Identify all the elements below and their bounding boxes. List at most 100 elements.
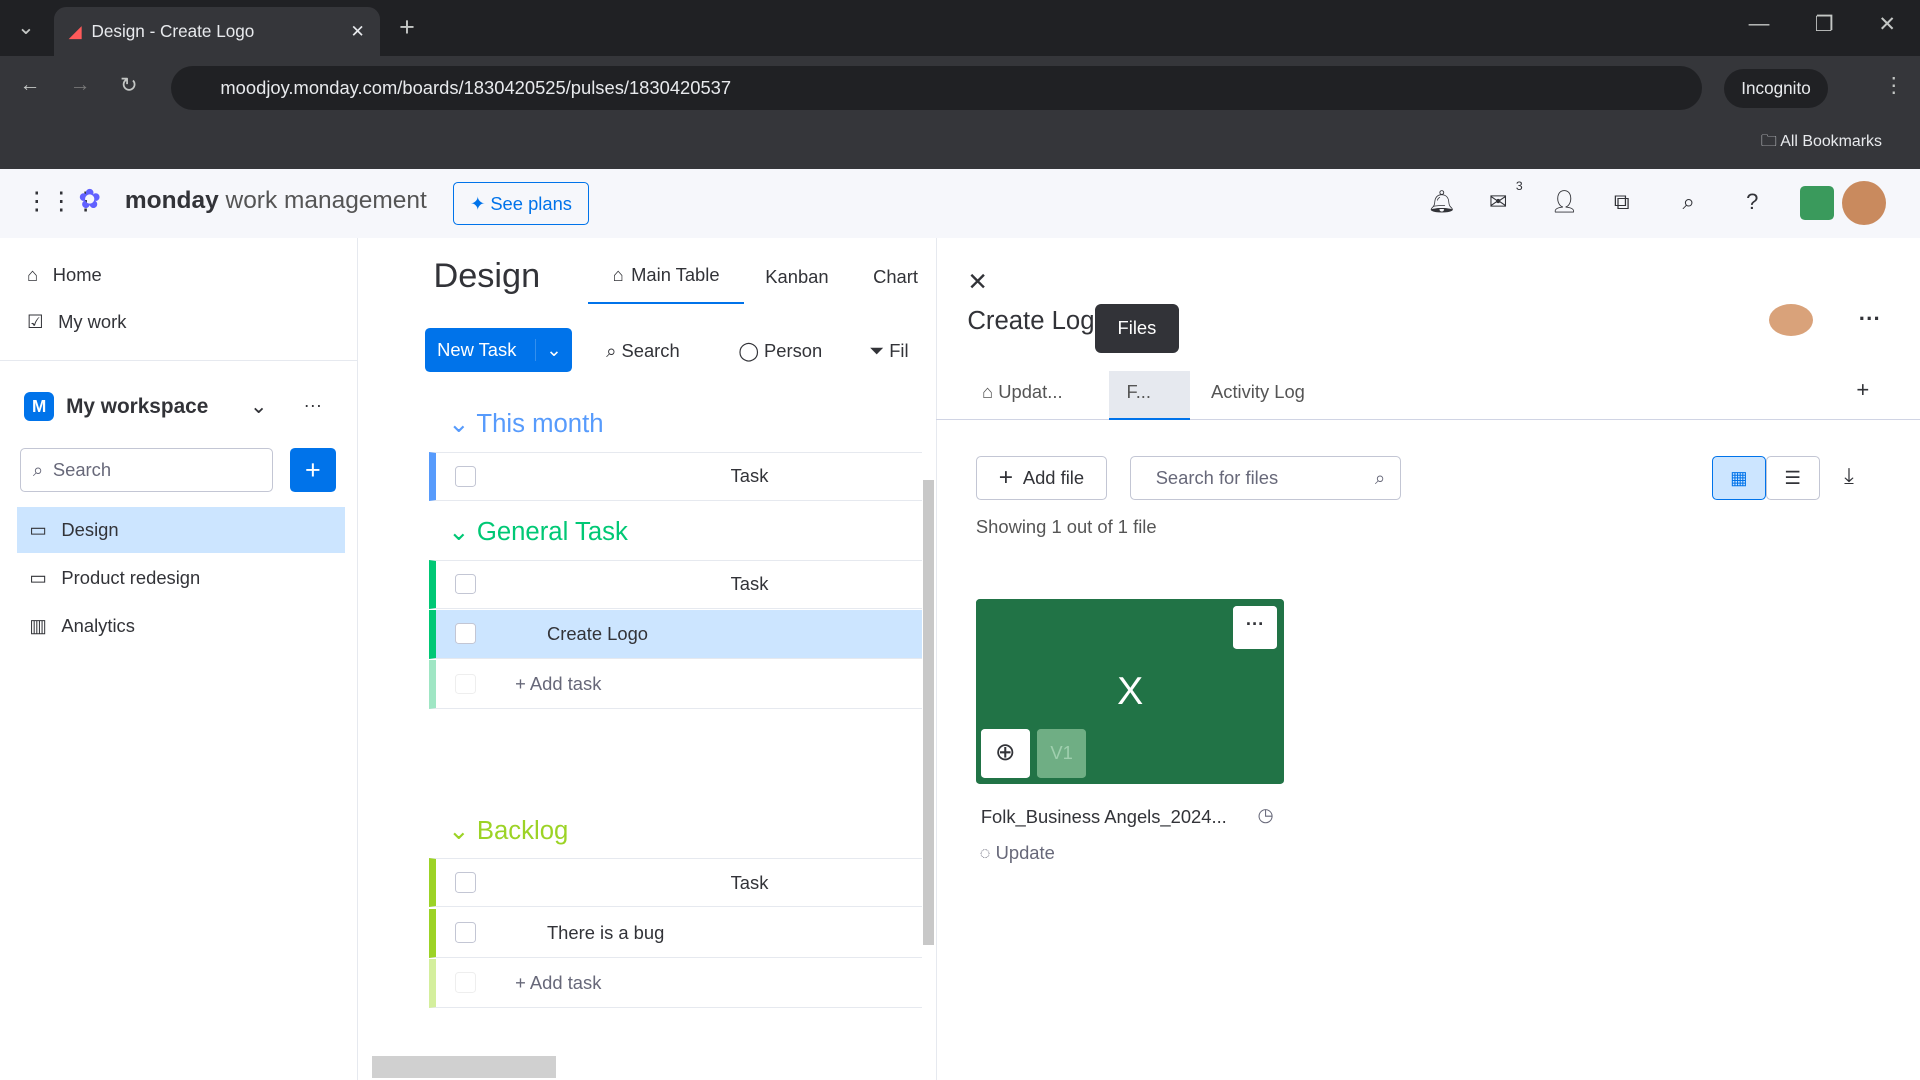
see-plans-button[interactable]: ✦ See plans <box>453 182 589 226</box>
file-thumbnail[interactable]: ··· X ⊕ V1 <box>975 598 1285 784</box>
checkbox[interactable] <box>455 465 476 487</box>
add-task-row[interactable]: + Add task <box>428 660 923 709</box>
tab-updates[interactable]: ⌂ Updat... <box>982 381 1063 403</box>
add-item-button[interactable]: + <box>290 448 336 493</box>
avatar[interactable] <box>1841 181 1886 226</box>
divider <box>935 418 1920 420</box>
search-files-input[interactable]: Search for files ⌕ <box>1130 455 1401 500</box>
apps-icon[interactable]: ⧉ <box>1614 189 1630 215</box>
monday-logo-icon: ✿ <box>78 183 101 214</box>
tab-chart[interactable]: Chart <box>873 266 918 288</box>
checkbox[interactable] <box>455 623 476 645</box>
close-panel-icon[interactable]: ✕ <box>967 267 988 297</box>
close-window-icon[interactable]: ✕ <box>1878 12 1895 37</box>
checkbox[interactable] <box>455 872 476 894</box>
bell-icon[interactable]: 🔔︎ <box>1428 189 1456 215</box>
close-tab-icon[interactable]: ✕ <box>351 21 365 42</box>
all-bookmarks[interactable]: 🗀 All Bookmarks <box>1761 130 1882 157</box>
add-comment-icon[interactable]: ⊕ <box>980 728 1030 778</box>
more-options-icon[interactable]: ··· <box>1859 306 1881 332</box>
search-icon: ⌕ <box>32 459 44 481</box>
workspace-more-icon[interactable]: ··· <box>304 394 322 416</box>
browser-tab[interactable]: ◢ Design - Create Logo ✕ <box>53 7 380 57</box>
address-bar[interactable]: moodjoy.monday.com/boards/1830420525/pul… <box>171 66 1703 111</box>
monday-favicon-icon: ◢ <box>68 21 82 42</box>
app-header: ⋮⋮⋮ ✿ monday work management ✦ See plans … <box>0 168 1920 238</box>
incognito-badge[interactable]: Incognito <box>1724 68 1828 108</box>
chart-icon: ▥ <box>29 614 47 636</box>
board-icon: ▭ <box>29 519 47 541</box>
sidebar-item-design[interactable]: ▭ Design <box>17 506 346 554</box>
version-badge[interactable]: V1 <box>1037 728 1087 778</box>
sidebar-home[interactable]: ⌂ Home <box>0 252 357 299</box>
plus-icon: + <box>998 463 1014 491</box>
checkbox[interactable] <box>455 573 476 595</box>
home-icon: ⌂ <box>26 264 39 286</box>
subscribers-avatar[interactable] <box>1769 303 1814 336</box>
chevron-down-icon[interactable]: ⌄ <box>535 339 572 362</box>
sidebar-my-work[interactable]: ☑ My work <box>0 299 357 346</box>
clock-icon: ◷ <box>1257 804 1274 826</box>
table-row[interactable]: There is a bug <box>428 908 923 958</box>
new-task-button[interactable]: New Task ⌄ <box>424 328 572 373</box>
sidebar-item-product-redesign[interactable]: ▭ Product redesign <box>17 555 357 602</box>
group-backlog[interactable]: ⌄ Backlog <box>448 816 568 846</box>
excel-icon: X <box>1117 669 1144 713</box>
tab-activity-log[interactable]: Activity Log <box>1211 381 1305 403</box>
home-icon: ⌂ <box>612 264 624 286</box>
tab-kanban[interactable]: Kanban <box>765 266 828 288</box>
download-icon[interactable]: ⤓ <box>1844 463 1854 489</box>
files-count: Showing 1 out of 1 file <box>975 515 1157 537</box>
inbox-icon[interactable]: ✉ <box>1489 189 1507 215</box>
checkbox <box>455 972 476 994</box>
add-view-icon[interactable]: + <box>1856 377 1869 403</box>
workspace-logo[interactable] <box>1800 186 1835 221</box>
invite-icon[interactable]: 👤︎ <box>1550 189 1578 215</box>
person-filter-button[interactable]: ◯ Person <box>738 340 822 362</box>
group-this-month[interactable]: ⌄ This month <box>448 409 603 439</box>
search-button[interactable]: ⌕ Search <box>606 340 680 362</box>
sidebar: ⌂ Home ☑ My work M My workspace ⌄ ··· ⌕ Sear… <box>0 237 358 1080</box>
vertical-scrollbar[interactable] <box>923 480 935 946</box>
calendar-check-icon: ☑ <box>26 311 44 332</box>
grid-view-button[interactable]: ▦ <box>1711 455 1766 500</box>
add-file-button[interactable]: + Add file <box>975 455 1107 500</box>
table-header: Task <box>428 451 923 501</box>
tab-files[interactable]: F... <box>1109 371 1191 420</box>
item-title[interactable]: Create Logo <box>967 307 1108 336</box>
table-row[interactable]: Create Logo <box>428 609 923 659</box>
sidebar-search-input[interactable]: ⌕ Search <box>19 448 274 493</box>
reload-icon[interactable]: ↻ <box>120 73 137 98</box>
file-update-link[interactable]: ◌ Update <box>980 842 1055 864</box>
search-icon: ⌕ <box>1374 466 1386 488</box>
forward-icon[interactable]: → <box>70 73 91 97</box>
checkbox[interactable] <box>455 922 476 943</box>
horizontal-scrollbar[interactable] <box>372 1055 556 1078</box>
workspace-icon: M <box>24 391 54 422</box>
minimize-icon[interactable]: — <box>1749 12 1770 36</box>
filter-button[interactable]: ⏷ Fil <box>869 340 908 362</box>
tab-search-icon[interactable]: ⌄ <box>17 15 34 40</box>
board-title: Design <box>433 257 541 296</box>
search-icon[interactable]: ⌕ <box>1682 189 1694 215</box>
file-name[interactable]: Folk_Business Angels_2024... <box>981 806 1227 828</box>
chevron-down-icon: ⌄ <box>249 395 268 419</box>
add-task-row[interactable]: + Add task <box>428 958 923 1008</box>
list-view-button[interactable]: ☰ <box>1765 455 1820 500</box>
back-icon[interactable]: ← <box>20 73 41 97</box>
help-icon[interactable]: ? <box>1746 189 1758 215</box>
sidebar-item-analytics[interactable]: ▥ Analytics <box>17 602 357 649</box>
file-more-icon[interactable]: ··· <box>1233 606 1278 649</box>
board-icon: ▭ <box>29 566 47 588</box>
browser-tabstrip: ⌄ ◢ Design - Create Logo ✕ + — ❐ ✕ <box>0 0 1920 57</box>
tooltip: Files <box>1094 303 1180 353</box>
inbox-badge: 3 <box>1515 178 1523 193</box>
restore-icon[interactable]: ❐ <box>1815 12 1834 37</box>
menu-icon[interactable]: ⋮ <box>1883 73 1904 98</box>
tab-main-table[interactable]: ⌂ Main Table <box>587 264 745 304</box>
workspace-selector[interactable]: M My workspace ⌄ <box>24 391 268 422</box>
brand: monday work management <box>124 187 427 215</box>
new-tab-icon[interactable]: + <box>399 12 415 43</box>
group-general-task[interactable]: ⌄ General Task <box>448 517 628 547</box>
table-header: Task <box>428 559 923 609</box>
